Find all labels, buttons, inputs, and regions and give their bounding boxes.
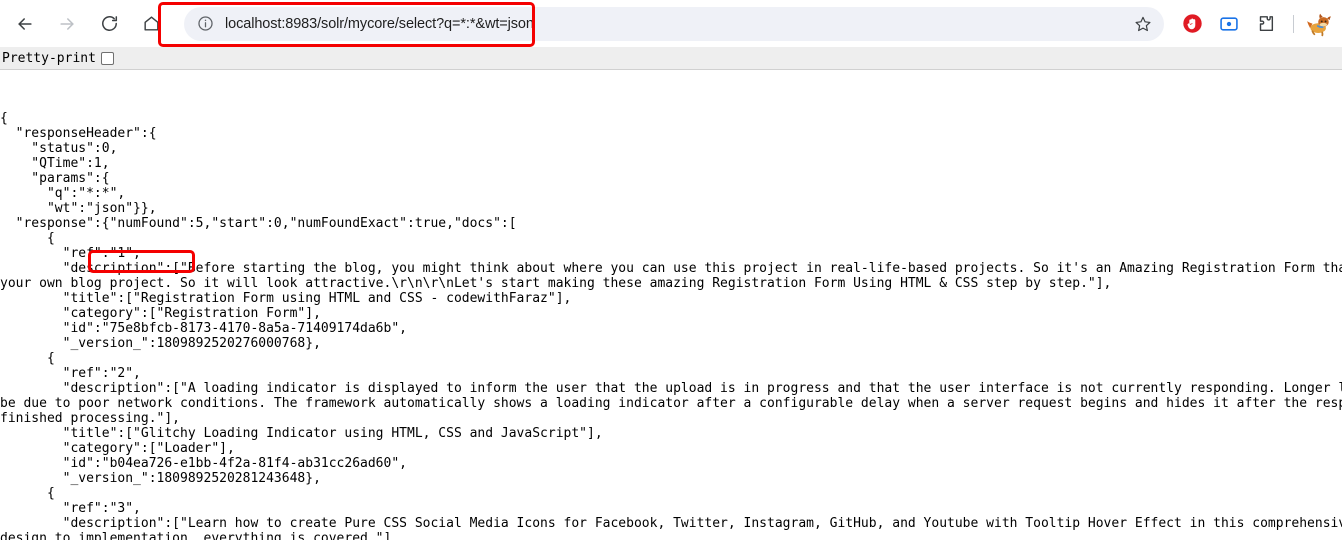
info-circle-icon[interactable] [192,11,218,37]
reload-button[interactable] [94,9,124,39]
json-line: "QTime":1, [0,156,110,171]
json-line: finished processing."], [0,411,181,426]
json-line: your own blog project. So it will look a… [0,276,1112,291]
json-line: design to implementation, everything is … [0,531,400,540]
home-button[interactable] [136,9,166,39]
omnibox-container: localhost:8983/solr/mycore/select?q=*:*&… [184,6,1164,41]
json-line: "title":["Glitchy Loading Indicator usin… [0,426,603,441]
ublock-origin-icon[interactable] [1177,9,1207,39]
json-line: "category":["Loader"], [0,441,235,456]
forward-button [52,9,82,39]
json-line: "category":["Registration Form"], [0,306,321,321]
json-line: "description":["A loading indicator is d… [0,381,1342,396]
json-line: "responseHeader":{ [0,126,157,141]
json-line: "id":"75e8bfcb-8173-4170-8a5a-71409174da… [0,321,407,336]
json-line: "title":["Registration Form using HTML a… [0,291,572,306]
json-line: "response":{"numFound":5,"start":0,"numF… [0,216,517,231]
json-line: "description":["Before starting the blog… [0,261,1342,276]
json-line: { [0,111,8,126]
json-line: "_version_":1809892520281243648}, [0,471,321,486]
json-line: "id":"b04ea726-e1bb-4f2a-81f4-ab31cc26ad… [0,456,407,471]
address-bar-url[interactable]: localhost:8983/solr/mycore/select?q=*:*&… [225,16,534,32]
home-icon [142,14,161,33]
pretty-print-bar: Pretty-print [0,47,1342,70]
screen-recorder-icon[interactable] [1214,9,1244,39]
arrow-left-icon [15,14,35,34]
json-line: { [0,486,55,501]
json-line: be due to poor network conditions. The f… [0,396,1342,411]
browser-toolbar: localhost:8983/solr/mycore/select?q=*:*&… [0,0,1342,47]
json-line: "params":{ [0,171,110,186]
json-lines-container: { "responseHeader":{ "status":0, "QTime"… [0,111,1342,540]
back-button[interactable] [10,9,40,39]
json-line: { [0,351,55,366]
pretty-print-checkbox[interactable] [100,51,114,65]
json-response-body: { "responseHeader":{ "status":0, "QTime"… [0,70,1342,540]
reload-icon [100,14,119,33]
star-outline-icon[interactable] [1130,11,1156,37]
json-line: { [0,231,55,246]
profile-avatar-icon[interactable] [1304,9,1334,39]
json-line: "wt":"json"}}, [0,201,157,216]
json-line: "description":["Learn how to create Pure… [0,516,1342,531]
json-line: "_version_":1809892520276000768}, [0,336,321,351]
arrow-right-icon [57,14,77,34]
json-line: "ref":"2", [0,366,141,381]
address-bar[interactable]: localhost:8983/solr/mycore/select?q=*:*&… [184,6,1164,41]
toolbar-extension-actions [1170,9,1342,39]
json-line: "ref":"3", [0,501,141,516]
extensions-puzzle-icon[interactable] [1251,9,1281,39]
json-line: "status":0, [0,141,118,156]
json-line: "ref":"1", [0,246,141,261]
pretty-print-label: Pretty-print [2,50,96,66]
json-line: "q":"*:*", [0,186,126,201]
toolbar-divider [1293,14,1294,33]
